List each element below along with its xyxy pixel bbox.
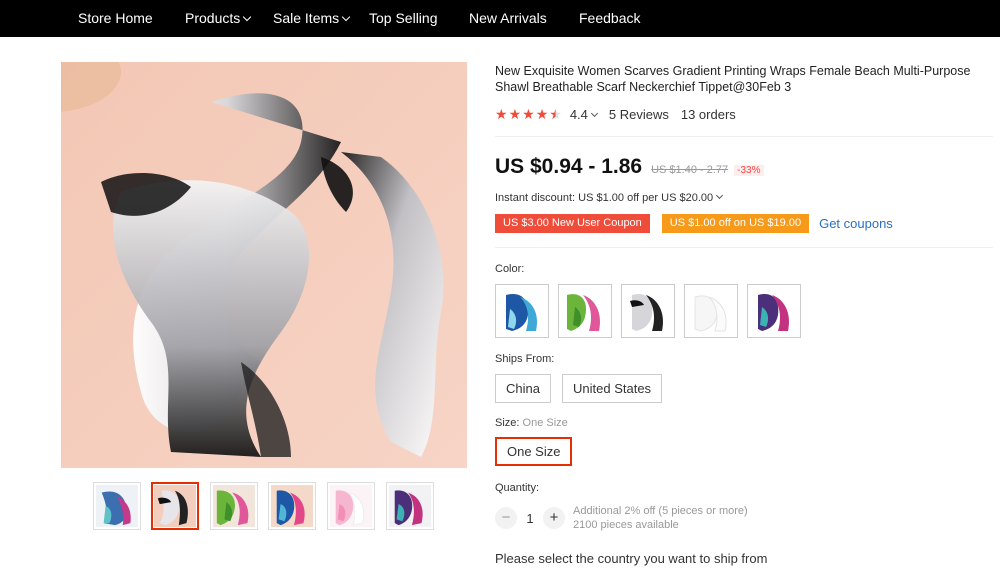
color-swatch-4-image bbox=[687, 287, 735, 335]
color-swatch-2-image bbox=[561, 287, 609, 335]
nav-sale-items[interactable]: Sale Items bbox=[273, 10, 351, 26]
chevron-down-icon bbox=[590, 109, 598, 117]
chevron-down-icon bbox=[243, 12, 252, 22]
get-coupons-link[interactable]: Get coupons bbox=[819, 216, 893, 231]
thumbnail-1-image bbox=[96, 485, 138, 527]
chevron-down-icon bbox=[341, 12, 351, 22]
instant-discount-label: Instant discount: US $1.00 off per US $2… bbox=[495, 192, 714, 204]
nav-sale-items-label: Sale Items bbox=[273, 10, 340, 26]
thumbnail-6[interactable] bbox=[386, 482, 434, 530]
nav-top-selling[interactable]: Top Selling bbox=[369, 10, 438, 26]
nav-feedback[interactable]: Feedback bbox=[579, 10, 640, 26]
additional-discount-note: Additional 2% off (5 pieces or more) bbox=[573, 505, 748, 517]
color-label: Color: bbox=[495, 263, 525, 275]
star-icon: ★ bbox=[522, 106, 535, 122]
scarf-photo bbox=[61, 62, 467, 468]
quantity-increase-button[interactable]: + bbox=[543, 507, 565, 529]
quantity-decrease-button[interactable]: − bbox=[495, 507, 517, 529]
price-row: US $0.94 - 1.86 US $1.40 - 2.77 -33% bbox=[495, 155, 764, 179]
size-option-one-size[interactable]: One Size bbox=[495, 437, 573, 466]
half-star-icon: ★ bbox=[549, 106, 562, 122]
color-swatch-5[interactable] bbox=[747, 284, 801, 338]
rating-row: ★ ★ ★ ★ ★ 4.4 5 Reviews 13 orders bbox=[495, 106, 736, 122]
color-swatch-3-image bbox=[624, 287, 672, 335]
ships-from-label: Ships From: bbox=[495, 353, 555, 365]
thumbnail-2[interactable] bbox=[151, 482, 199, 530]
product-title: New Exquisite Women Scarves Gradient Pri… bbox=[495, 64, 971, 94]
size-label-text: Size: bbox=[495, 417, 520, 429]
rating-stars: ★ ★ ★ ★ ★ bbox=[495, 107, 562, 121]
current-price: US $0.94 - 1.86 bbox=[495, 155, 643, 178]
size-selected-value: One Size bbox=[522, 417, 568, 429]
color-swatch-2[interactable] bbox=[558, 284, 612, 338]
size-label: Size: One Size bbox=[495, 417, 568, 429]
chevron-down-icon bbox=[716, 191, 724, 200]
thumbnail-3[interactable] bbox=[210, 482, 258, 530]
ship-country-note: Please select the country you want to sh… bbox=[495, 551, 768, 566]
reviews-link[interactable]: 5 Reviews bbox=[609, 107, 669, 122]
thumbnail-2-image bbox=[154, 485, 196, 527]
color-swatch-1-image bbox=[498, 287, 546, 335]
nav-store-home[interactable]: Store Home bbox=[78, 10, 153, 26]
thumbnail-strip bbox=[0, 482, 500, 530]
nav-new-arrivals[interactable]: New Arrivals bbox=[469, 10, 547, 26]
star-icon: ★ bbox=[508, 106, 522, 122]
quantity-label: Quantity: bbox=[495, 482, 540, 494]
ships-from-china[interactable]: China bbox=[495, 374, 551, 403]
color-swatch-1[interactable] bbox=[495, 284, 549, 338]
instant-discount[interactable]: Instant discount: US $1.00 off per US $2… bbox=[495, 191, 724, 204]
thumbnail-5[interactable] bbox=[327, 482, 375, 530]
thumbnail-4-image bbox=[271, 485, 313, 527]
color-swatch-4[interactable] bbox=[684, 284, 738, 338]
orders-count: 13 orders bbox=[680, 106, 736, 122]
rating-dropdown[interactable]: 4.4 bbox=[569, 106, 598, 122]
new-user-coupon[interactable]: US $3.00 New User Coupon bbox=[493, 214, 650, 233]
rating-value: 4.4 bbox=[569, 106, 588, 122]
store-nav-bar: Store Home Products Sale Items Top Selli… bbox=[0, 0, 1000, 37]
star-icon: ★ bbox=[535, 106, 549, 122]
quantity-info: Additional 2% off (5 pieces or more) 210… bbox=[573, 504, 748, 532]
nav-products[interactable]: Products bbox=[185, 10, 252, 26]
color-swatches bbox=[495, 284, 805, 338]
ships-from-united-states[interactable]: United States bbox=[562, 374, 663, 403]
color-swatch-5-image bbox=[750, 287, 798, 335]
product-main-image[interactable] bbox=[61, 62, 467, 468]
thumbnail-3-image bbox=[213, 485, 255, 527]
quantity-stepper: − 1 + Additional 2% off (5 pieces or mor… bbox=[495, 504, 748, 532]
coupons-row: US $3.00 New User Coupon US $1.00 off on… bbox=[493, 214, 893, 233]
thumbnail-1[interactable] bbox=[93, 482, 141, 530]
original-price: US $1.40 - 2.77 bbox=[651, 164, 729, 176]
nav-products-label: Products bbox=[185, 10, 241, 26]
star-icon: ★ bbox=[495, 106, 508, 122]
thumbnail-4[interactable] bbox=[268, 482, 316, 530]
divider bbox=[495, 136, 993, 137]
pieces-available: 2100 pieces available bbox=[573, 519, 679, 531]
color-swatch-3[interactable] bbox=[621, 284, 675, 338]
divider bbox=[495, 247, 993, 248]
store-coupon[interactable]: US $1.00 off on US $19.00 bbox=[659, 214, 810, 233]
thumbnail-5-image bbox=[330, 485, 372, 527]
thumbnail-6-image bbox=[389, 485, 431, 527]
quantity-input[interactable]: 1 bbox=[517, 511, 543, 526]
discount-badge: -33% bbox=[734, 165, 764, 176]
